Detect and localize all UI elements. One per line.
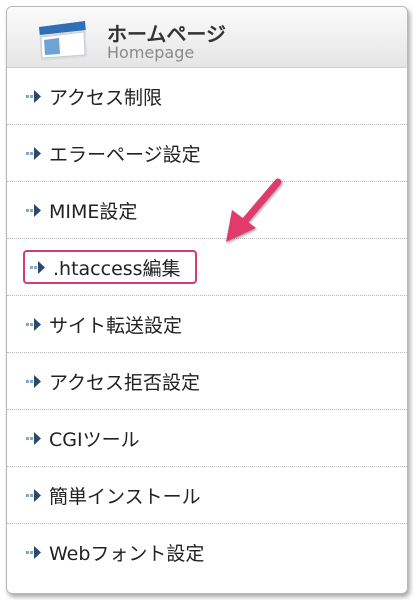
menu-item-label: MIME設定 — [49, 200, 138, 223]
menu-item-label: .htaccess編集 — [53, 257, 181, 280]
bullet-arrow-icon — [26, 204, 41, 217]
bullet-arrow-icon — [26, 489, 41, 502]
bullet-arrow-icon — [26, 546, 41, 559]
bullet-arrow-icon — [26, 90, 41, 103]
menu-item-link[interactable]: Webフォント設定 — [21, 538, 212, 566]
menu-item-label: アクセス拒否設定 — [49, 371, 201, 394]
menu-item-link[interactable]: サイト転送設定 — [21, 310, 190, 338]
menu-item-label: CGIツール — [49, 428, 140, 451]
bullet-arrow-icon — [26, 375, 41, 388]
menu-item-error-page-settings[interactable]: エラーページ設定 — [7, 125, 407, 182]
browser-window-icon — [39, 21, 87, 61]
menu-item-easy-install[interactable]: 簡単インストール — [7, 467, 407, 524]
bullet-arrow-icon — [26, 147, 41, 160]
menu-item-cgi-tools[interactable]: CGIツール — [7, 410, 407, 467]
bullet-arrow-icon — [30, 261, 45, 274]
bullet-arrow-icon — [26, 318, 41, 331]
bullet-arrow-icon — [26, 432, 41, 445]
menu-item-label: サイト転送設定 — [49, 314, 183, 337]
panel-header: ホームページ Homepage — [7, 7, 407, 68]
homepage-menu-panel: ホームページ Homepage アクセス制限 エラーページ設定 MIME設定 .… — [6, 6, 408, 594]
menu-item-label: エラーページ設定 — [49, 143, 201, 166]
menu-item-access-restriction[interactable]: アクセス制限 — [7, 68, 407, 125]
menu-item-link[interactable]: 簡単インストール — [21, 481, 209, 509]
pointer-arrow-icon — [226, 178, 282, 242]
menu-item-site-redirect-settings[interactable]: サイト転送設定 — [7, 296, 407, 353]
menu-item-label: Webフォント設定 — [49, 542, 205, 565]
menu-item-link-highlighted[interactable]: .htaccess編集 — [23, 250, 197, 284]
settings-menu: アクセス制限 エラーページ設定 MIME設定 .htaccess編集 サイト転送… — [7, 68, 407, 581]
menu-item-web-font-settings[interactable]: Webフォント設定 — [7, 524, 407, 581]
menu-item-link[interactable]: アクセス制限 — [21, 82, 170, 110]
menu-item-link[interactable]: MIME設定 — [21, 196, 145, 224]
header-subtitle: Homepage — [107, 43, 195, 62]
menu-item-link[interactable]: エラーページ設定 — [21, 139, 209, 167]
menu-item-link[interactable]: CGIツール — [21, 424, 148, 452]
menu-item-mime-settings[interactable]: MIME設定 — [7, 182, 407, 239]
menu-item-label: 簡単インストール — [49, 485, 201, 508]
menu-item-label: アクセス制限 — [49, 86, 163, 109]
menu-item-htaccess-edit[interactable]: .htaccess編集 — [7, 239, 407, 296]
menu-item-access-deny-settings[interactable]: アクセス拒否設定 — [7, 353, 407, 410]
menu-item-link[interactable]: アクセス拒否設定 — [21, 367, 208, 395]
